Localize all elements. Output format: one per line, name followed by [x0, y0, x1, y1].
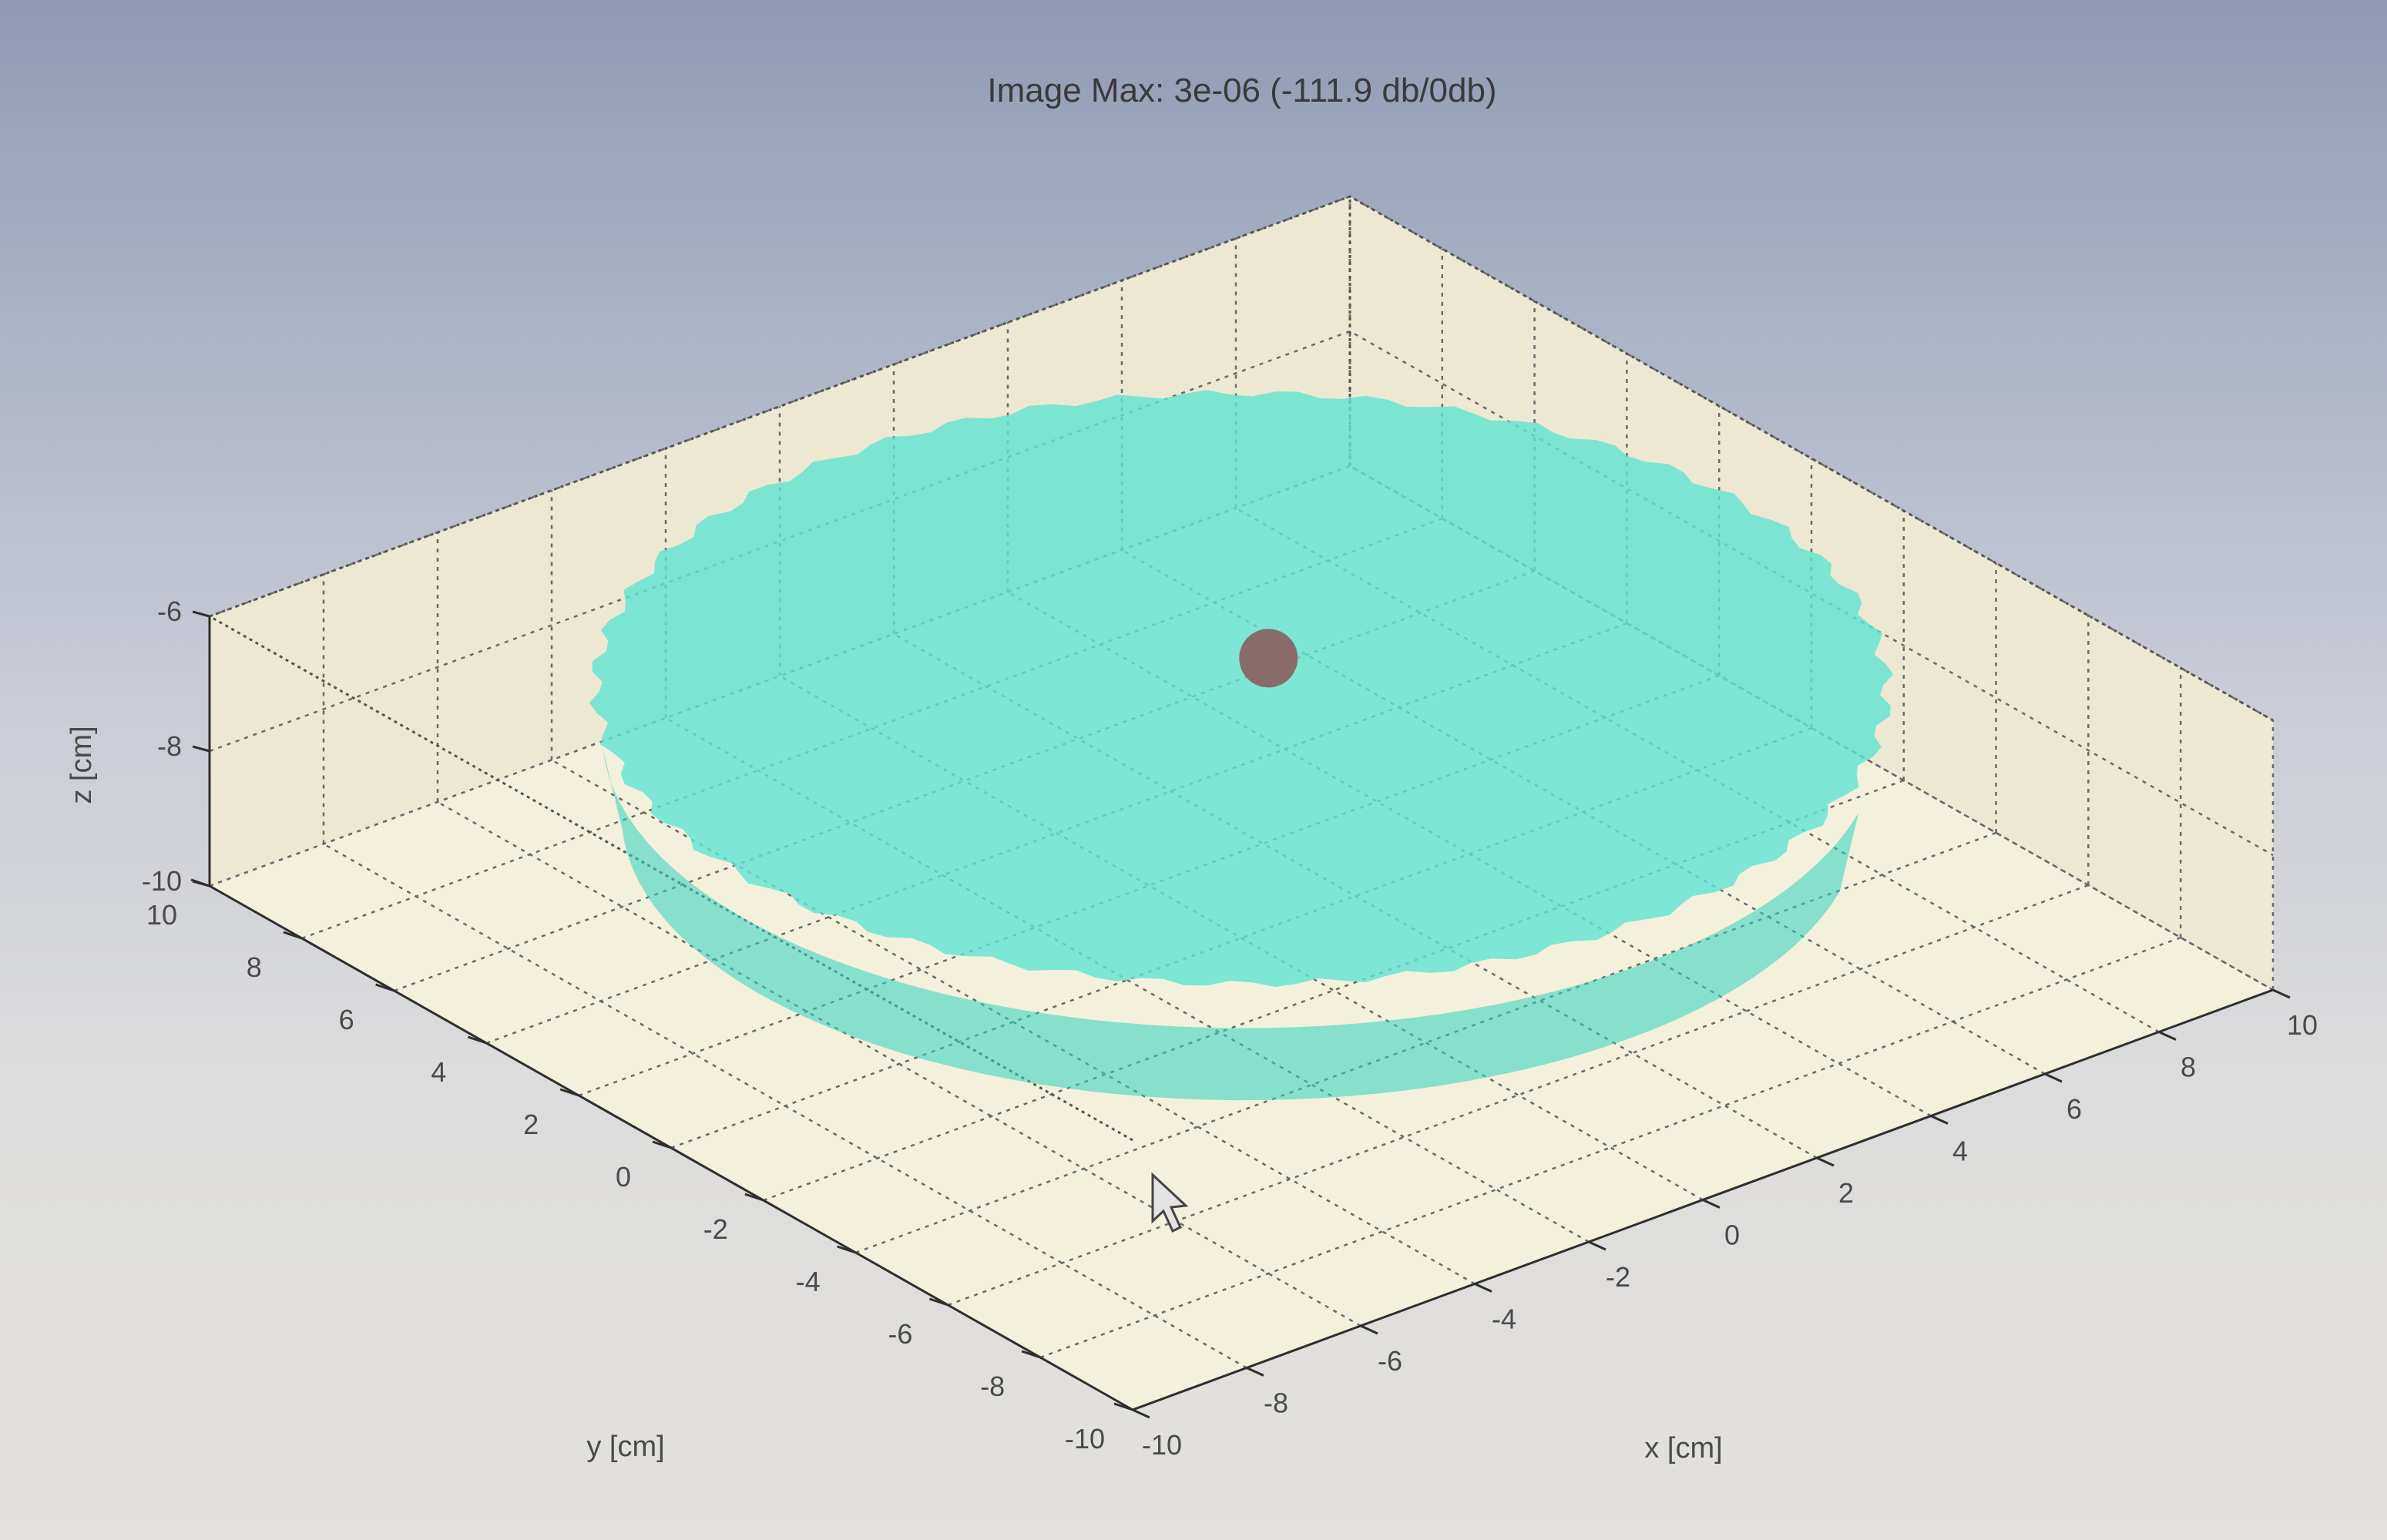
x-tick-label: -2	[1606, 1261, 1630, 1293]
x-tick-label: 2	[1838, 1177, 1854, 1209]
z-axis-label: z [cm]	[65, 726, 98, 804]
x-tick-label: 4	[1952, 1136, 1968, 1167]
x-tick-label: -4	[1492, 1303, 1516, 1335]
x-tick	[1474, 1283, 1492, 1293]
x-tick	[1816, 1156, 1835, 1167]
x-tick-label: 8	[2181, 1052, 2196, 1083]
z-tick	[192, 745, 210, 753]
x-tick	[1588, 1240, 1606, 1251]
x-tick	[1360, 1324, 1378, 1335]
y-tick-label: 6	[339, 1004, 354, 1035]
y-tick-label: -4	[796, 1266, 821, 1297]
x-tick-label: -6	[1378, 1345, 1402, 1377]
y-tick-label: 4	[431, 1056, 446, 1088]
y-tick-label: 0	[616, 1161, 631, 1193]
source-point-marker	[1239, 629, 1298, 688]
y-tick-label: -2	[703, 1213, 728, 1245]
z-tick-label: -8	[157, 730, 182, 762]
y-axis-label: y [cm]	[586, 1431, 664, 1463]
x-tick	[1930, 1115, 1949, 1125]
y-tick-label: 10	[146, 899, 177, 931]
x-axis-label: x [cm]	[1644, 1432, 1722, 1465]
x-tick-label: -8	[1264, 1387, 1288, 1419]
x-tick	[1132, 1408, 1150, 1419]
x-tick-label: -10	[1142, 1429, 1182, 1461]
x-tick	[2158, 1031, 2177, 1041]
y-tick-label: 2	[523, 1109, 539, 1140]
y-tick-label: -8	[980, 1371, 1005, 1402]
y-tick-label: -10	[1065, 1423, 1105, 1454]
x-tick-label: 0	[1724, 1220, 1740, 1251]
z-tick-label: -6	[157, 596, 182, 627]
x-tick	[1702, 1199, 1721, 1209]
x-tick	[2044, 1072, 2063, 1083]
x-tick	[1246, 1367, 1264, 1377]
data-point	[1239, 629, 1298, 688]
x-tick	[2272, 988, 2291, 999]
x-tick-label: 10	[2287, 1009, 2318, 1041]
x-tick-label: 6	[2066, 1093, 2082, 1125]
y-tick-label: 8	[247, 951, 262, 983]
z-tick	[192, 610, 210, 618]
chart-title: Image Max: 3e-06 (-111.9 db/0db)	[987, 72, 1496, 109]
chart-figure: -10-8-6-4-20246810-10-8-6-4-20246810-10-…	[65, 72, 2318, 1465]
y-tick-label: -6	[888, 1318, 912, 1350]
z-tick-label: -10	[142, 865, 182, 897]
